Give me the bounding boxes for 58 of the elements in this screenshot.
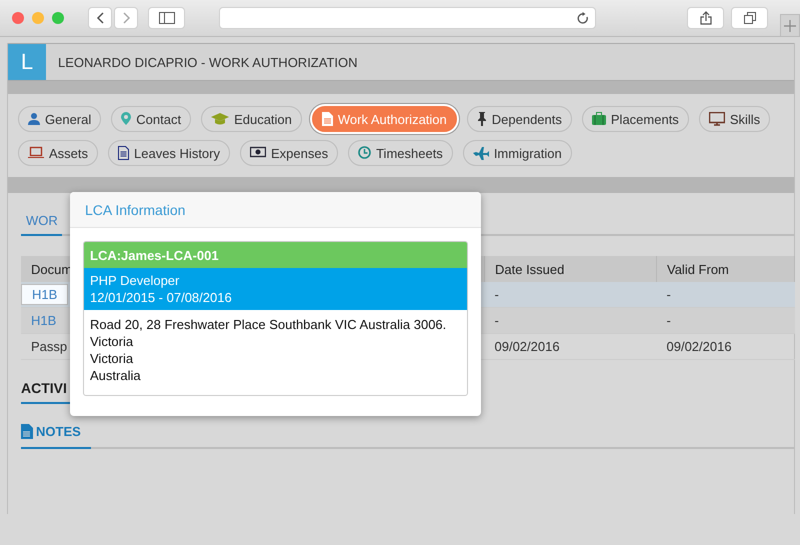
close-icon: [12, 12, 24, 24]
back-button[interactable]: [88, 7, 112, 29]
tab[interactable]: Placements: [582, 106, 689, 132]
column-header: Valid From: [656, 256, 794, 282]
document-icon: [118, 146, 130, 160]
share-icon: [700, 11, 712, 25]
pushpin-icon: [476, 112, 487, 126]
table-cell: -: [494, 287, 499, 302]
popover-title: LCA Information: [70, 192, 481, 228]
briefcase-icon: [592, 112, 606, 126]
pin-icon: [121, 112, 132, 126]
document-icon: [322, 112, 333, 126]
monitor-icon: [708, 112, 725, 126]
table-cell: Passp: [31, 339, 68, 354]
table-cell: 09/02/2016: [494, 339, 560, 354]
address-line: Australia: [90, 367, 142, 384]
airplane-icon: [472, 146, 489, 160]
address-line: Road 20, 28 Freshwater Place Southbank VIC Australia 3006.: [90, 316, 448, 333]
zoom-icon: [52, 12, 64, 24]
tab[interactable]: Immigration: [462, 140, 572, 166]
reload-icon: [577, 12, 589, 24]
table-cell: -: [666, 313, 671, 328]
date-range: 12/01/2015 - 07/08/2016: [90, 289, 233, 306]
sidebar-icon: [158, 12, 174, 24]
tab[interactable]: General: [18, 106, 102, 132]
address-field[interactable]: [219, 7, 596, 29]
tab[interactable]: Education: [201, 106, 302, 132]
graduation-cap-icon: [211, 112, 230, 126]
document-link[interactable]: H1B: [21, 284, 68, 305]
clock-icon: [358, 146, 372, 160]
page-title: LEONARDO DICAPRIO - WORK AUTHORIZATION: [58, 54, 358, 70]
tab[interactable]: Expenses: [240, 140, 338, 166]
column-header: Date Issued: [484, 256, 656, 282]
table-cell: 09/02/2016: [666, 339, 732, 354]
document-icon: [21, 424, 33, 439]
plus-icon: [784, 20, 796, 32]
sidebar-button[interactable]: [148, 7, 185, 29]
person-icon: [28, 112, 40, 126]
avatar-initial: L: [8, 44, 46, 80]
tab[interactable]: Timesheets: [348, 140, 453, 166]
table-cell: -: [666, 287, 671, 302]
banknote-icon: [250, 146, 266, 160]
table-cell: -: [494, 313, 499, 328]
tabs-button[interactable]: [731, 7, 768, 29]
laptop-icon: [28, 146, 44, 160]
tabs-icon: [744, 12, 756, 24]
tab[interactable]: Skills: [698, 106, 770, 132]
tab[interactable]: Assets: [18, 140, 98, 166]
tab[interactable]: Dependents: [466, 106, 572, 132]
share-button[interactable]: [687, 7, 724, 29]
forward-icon: [122, 12, 130, 24]
minimize-icon: [32, 12, 44, 24]
address-line: Victoria: [90, 350, 134, 367]
tab[interactable]: Leaves History: [108, 140, 230, 166]
back-icon: [96, 12, 104, 24]
tab[interactable]: Contact: [111, 106, 192, 132]
address-line: Victoria: [90, 333, 134, 350]
section-heading: ACTIVI: [21, 380, 68, 398]
